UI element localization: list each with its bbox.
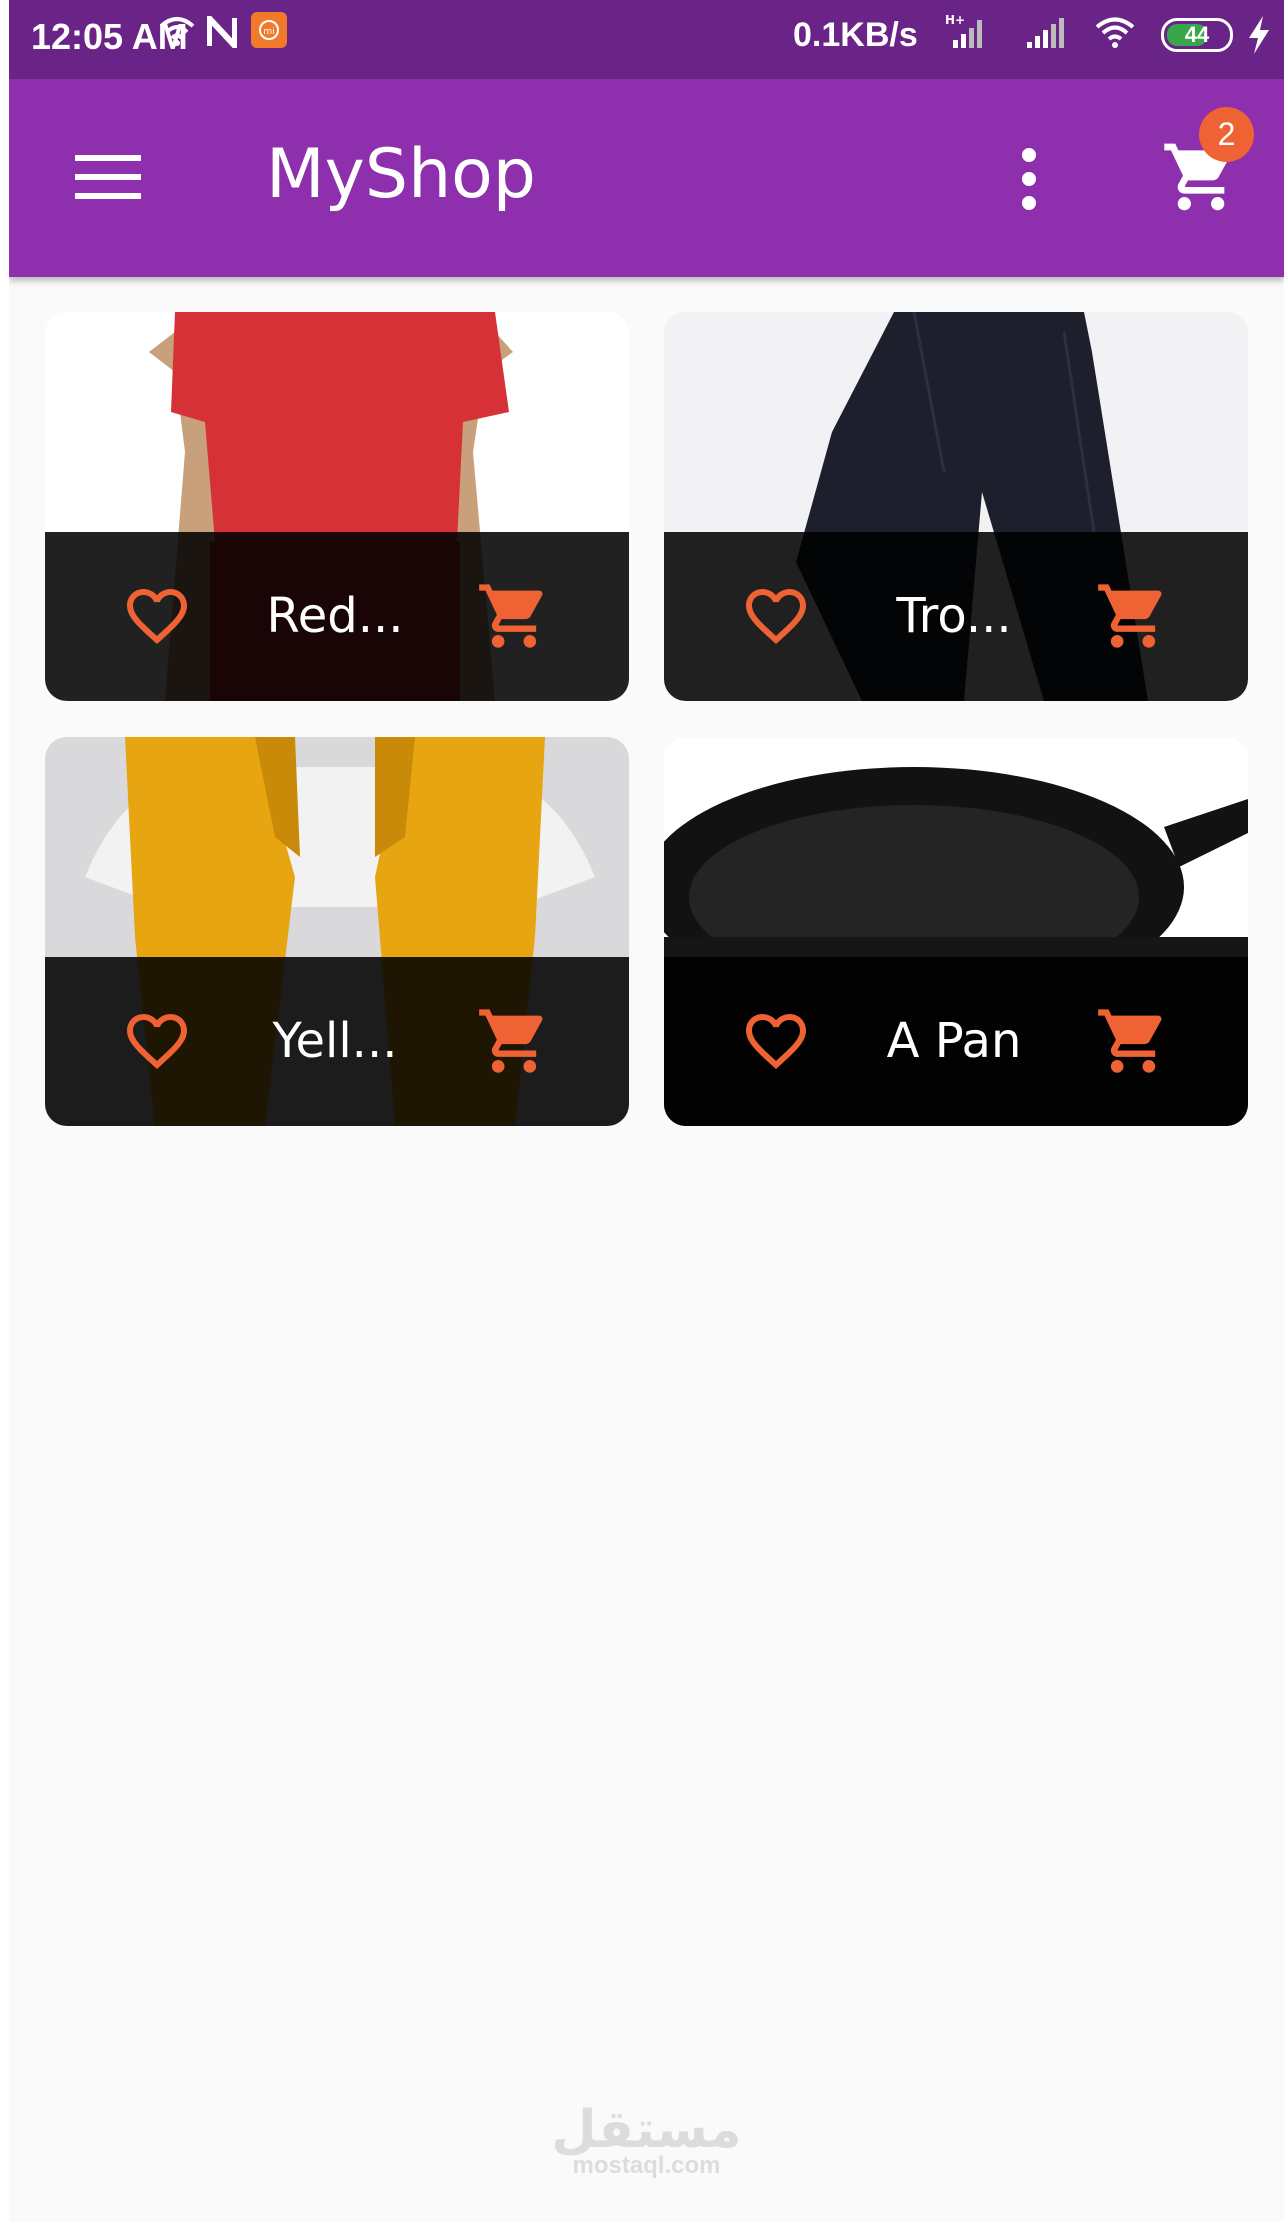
- battery-icon: 44: [1161, 18, 1233, 52]
- charging-icon: [1249, 16, 1269, 54]
- heart-icon[interactable]: [738, 580, 814, 652]
- more-vert-icon[interactable]: [1017, 147, 1041, 211]
- product-title: Tro...: [896, 588, 1012, 644]
- watermark-url: mostaql.com: [572, 2152, 721, 2179]
- signal-icon: [1027, 18, 1064, 48]
- product-footer: Red...: [45, 532, 629, 701]
- add-to-cart-icon[interactable]: [475, 578, 553, 654]
- product-footer: Yell...: [45, 957, 629, 1126]
- n-icon: [207, 16, 237, 48]
- product-card[interactable]: A Pan: [664, 737, 1248, 1126]
- watermark-logo: مستقل: [551, 2101, 742, 2159]
- product-card[interactable]: Tro...: [664, 312, 1248, 701]
- product-title: Yell...: [272, 1013, 398, 1069]
- status-net-speed: 0.1KB/s: [793, 16, 918, 54]
- signal-icon: H+: [945, 13, 982, 48]
- product-footer: Tro...: [664, 532, 1248, 701]
- product-card[interactable]: Yell...: [45, 737, 629, 1126]
- cart-count-badge: 2: [1199, 107, 1254, 162]
- product-footer: A Pan: [664, 957, 1248, 1126]
- network-type-label: H+: [945, 13, 965, 27]
- app-bar: MyShop 2: [9, 79, 1284, 277]
- menu-icon[interactable]: [75, 151, 141, 203]
- wifi-icon: [159, 17, 195, 46]
- app-title: MyShop: [266, 135, 536, 214]
- wifi-icon: [1095, 17, 1135, 48]
- product-title: Red...: [266, 588, 404, 644]
- status-bar: 12:05 AM mi 0.1KB/s H+ 44: [9, 0, 1284, 79]
- add-to-cart-icon[interactable]: [1094, 578, 1172, 654]
- heart-icon[interactable]: [738, 1005, 814, 1077]
- heart-icon[interactable]: [119, 1005, 195, 1077]
- svg-text:mi: mi: [263, 27, 274, 37]
- product-title: A Pan: [886, 1013, 1022, 1069]
- battery-level: 44: [1184, 22, 1210, 47]
- app-screen: 12:05 AM mi 0.1KB/s H+ 44 MyShop 2 Red..…: [9, 0, 1284, 2222]
- add-to-cart-icon[interactable]: [1094, 1003, 1172, 1079]
- mi-app-icon: mi: [251, 12, 287, 48]
- product-card[interactable]: Red...: [45, 312, 629, 701]
- heart-icon[interactable]: [119, 580, 195, 652]
- add-to-cart-icon[interactable]: [475, 1003, 553, 1079]
